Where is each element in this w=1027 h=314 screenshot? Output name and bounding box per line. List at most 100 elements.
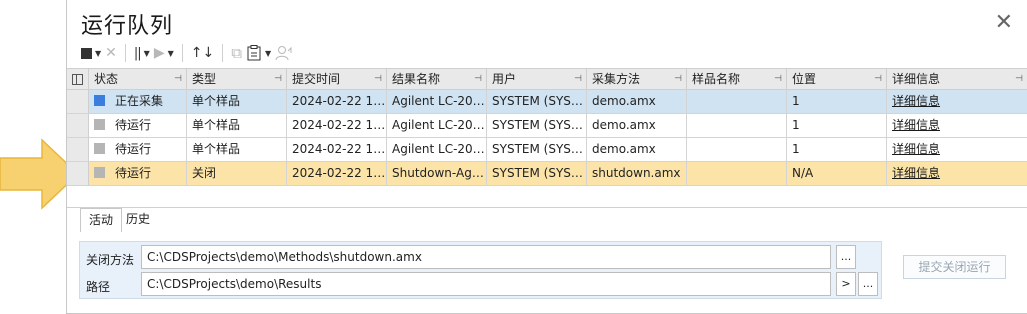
play-button[interactable]: ▶ ▼ xyxy=(154,42,174,64)
result-cell: Agilent LC-202... xyxy=(387,138,487,161)
chevron-down-icon[interactable]: ▼ xyxy=(144,49,150,58)
run-queue-table: 状态 ⊣ 类型 ⊣ 提交时间 ⊣ 结果名称 ⊣ 用户 ⊣ 采集方法 ⊣ 样品名称 ⊣ 位置 ⊣ … xyxy=(67,68,1027,186)
status-indicator xyxy=(94,95,105,106)
details-link[interactable]: 详细信息 xyxy=(892,94,940,108)
submit-shutdown-button[interactable]: 提交关闭运行 xyxy=(903,255,1006,279)
path-field[interactable]: C:\CDSProjects\demo\Results xyxy=(141,272,831,296)
method-cell: demo.amx xyxy=(587,90,687,113)
details-link[interactable]: 详细信息 xyxy=(892,142,940,156)
close-icon[interactable]: ✕ xyxy=(995,12,1013,34)
shutdown-panel: 关闭方法 C:\CDSProjects\demo\Methods\shutdow… xyxy=(79,241,882,299)
status-indicator xyxy=(94,143,105,154)
result-cell: Agilent LC-202... xyxy=(387,90,487,113)
pin-icon[interactable]: ⊣ xyxy=(174,69,182,89)
column-chooser-icon xyxy=(72,73,83,85)
row-header[interactable] xyxy=(67,90,89,113)
row-header[interactable] xyxy=(67,138,89,161)
user-cell: SYSTEM (SYST... xyxy=(487,90,587,113)
column-header-status[interactable]: 状态 ⊣ xyxy=(89,69,187,89)
column-header-submit-time[interactable]: 提交时间 ⊣ xyxy=(287,69,387,89)
column-header-result-name[interactable]: 结果名称 ⊣ xyxy=(387,69,487,89)
browse-method-button[interactable]: ... xyxy=(836,245,856,269)
pin-icon[interactable]: ⊣ xyxy=(774,69,782,89)
pin-icon[interactable]: ⊣ xyxy=(574,69,582,89)
method-cell: demo.amx xyxy=(587,114,687,137)
details-link[interactable]: 详细信息 xyxy=(892,118,940,132)
chevron-down-icon[interactable]: ▼ xyxy=(168,49,174,58)
sort-order-icon: ↑↓ xyxy=(190,45,215,61)
stop-button[interactable]: ▼ xyxy=(81,42,101,64)
shutdown-method-field[interactable]: C:\CDSProjects\demo\Methods\shutdown.amx xyxy=(141,245,831,269)
status-text: 正在采集 xyxy=(115,94,164,108)
cancel-button[interactable]: ✕ xyxy=(105,42,117,64)
table-row[interactable]: 待运行 单个样品 2024-02-22 16... Agilent LC-202… xyxy=(67,138,1027,162)
position-cell: N/A xyxy=(787,162,887,185)
method-cell: shutdown.amx xyxy=(587,162,687,185)
row-header[interactable] xyxy=(67,114,89,137)
pin-icon[interactable]: ⊣ xyxy=(474,69,482,89)
details-link[interactable]: 详细信息 xyxy=(892,166,940,180)
play-icon: ▶ xyxy=(153,45,165,61)
column-header-method[interactable]: 采集方法 ⊣ xyxy=(587,69,687,89)
pin-icon[interactable]: ⊣ xyxy=(274,69,282,89)
copy-tree-button[interactable]: ⧉ xyxy=(231,42,242,64)
type-cell: 单个样品 xyxy=(187,138,287,161)
sort-order-button[interactable]: ↑↓ xyxy=(191,42,214,64)
cancel-icon: ✕ xyxy=(105,45,117,61)
pin-icon[interactable]: ⊣ xyxy=(874,69,882,89)
status-text: 待运行 xyxy=(115,118,152,132)
clipboard-icon xyxy=(247,45,261,61)
position-cell: 1 xyxy=(787,138,887,161)
sample-cell xyxy=(687,90,787,113)
column-chooser-button[interactable] xyxy=(67,69,89,89)
table-header: 状态 ⊣ 类型 ⊣ 提交时间 ⊣ 结果名称 ⊣ 用户 ⊣ 采集方法 ⊣ 样品名称 ⊣ 位置 ⊣ … xyxy=(67,68,1027,90)
toolbar-divider xyxy=(181,44,183,62)
type-cell: 单个样品 xyxy=(187,90,287,113)
type-cell: 关闭 xyxy=(187,162,287,185)
table-row[interactable]: 待运行 关闭 2024-02-22 16... Shutdown-Agil...… xyxy=(67,162,1027,186)
status-text: 待运行 xyxy=(115,166,152,180)
time-cell: 2024-02-22 16... xyxy=(287,114,387,137)
result-cell: Agilent LC-202... xyxy=(387,114,487,137)
path-label: 路径 xyxy=(86,280,111,294)
pin-icon[interactable]: ⊣ xyxy=(374,69,382,89)
sample-cell xyxy=(687,138,787,161)
type-cell: 单个样品 xyxy=(187,114,287,137)
column-header-user[interactable]: 用户 ⊣ xyxy=(487,69,587,89)
sample-cell xyxy=(687,162,787,185)
row-header[interactable] xyxy=(67,162,89,185)
pin-icon[interactable]: ⊣ xyxy=(674,69,682,89)
chevron-down-icon[interactable]: ▼ xyxy=(265,49,271,58)
column-header-details[interactable]: 详细信息 ⊣ xyxy=(887,69,1027,89)
browse-path-button[interactable]: ... xyxy=(858,272,878,296)
toolbar-divider xyxy=(222,44,224,62)
table-row[interactable]: 待运行 单个样品 2024-02-22 16... Agilent LC-202… xyxy=(67,114,1027,138)
path-next-button[interactable]: > xyxy=(836,272,856,296)
user-share-button[interactable] xyxy=(275,42,293,64)
time-cell: 2024-02-22 16... xyxy=(287,90,387,113)
sample-cell xyxy=(687,114,787,137)
dialog-title: 运行队列 xyxy=(81,14,174,39)
time-cell: 2024-02-22 16... xyxy=(287,138,387,161)
pause-button[interactable]: || ▼ xyxy=(134,42,150,64)
pin-icon[interactable]: ⊣ xyxy=(1015,69,1023,89)
chevron-down-icon[interactable]: ▼ xyxy=(95,49,101,58)
column-header-sample-name[interactable]: 样品名称 ⊣ xyxy=(687,69,787,89)
user-cell: SYSTEM (SYST... xyxy=(487,162,587,185)
time-cell: 2024-02-22 16... xyxy=(287,162,387,185)
status-indicator xyxy=(94,167,105,178)
tab-divider xyxy=(67,207,1027,208)
table-row[interactable]: 正在采集 单个样品 2024-02-22 16... Agilent LC-20… xyxy=(67,90,1027,114)
column-header-type[interactable]: 类型 ⊣ xyxy=(187,69,287,89)
clipboard-button[interactable]: ▼ xyxy=(246,42,271,64)
tab-active[interactable]: 活动 xyxy=(80,208,123,232)
toolbar-divider xyxy=(124,44,126,62)
run-queue-dialog: 运行队列 ✕ ▼ ✕ || ▼ ▶ ▼ ↑↓ ⧉ ▼ 状态 ⊣ 类型 ⊣ 提交时间 ⊣ 结… xyxy=(66,0,1027,314)
position-cell: 1 xyxy=(787,90,887,113)
shutdown-method-label: 关闭方法 xyxy=(86,253,135,267)
tab-history[interactable]: 历史 xyxy=(122,208,154,232)
tab-bar: 活动 历史 xyxy=(80,208,154,232)
position-cell: 1 xyxy=(787,114,887,137)
column-header-position[interactable]: 位置 ⊣ xyxy=(787,69,887,89)
stop-icon xyxy=(81,47,92,59)
